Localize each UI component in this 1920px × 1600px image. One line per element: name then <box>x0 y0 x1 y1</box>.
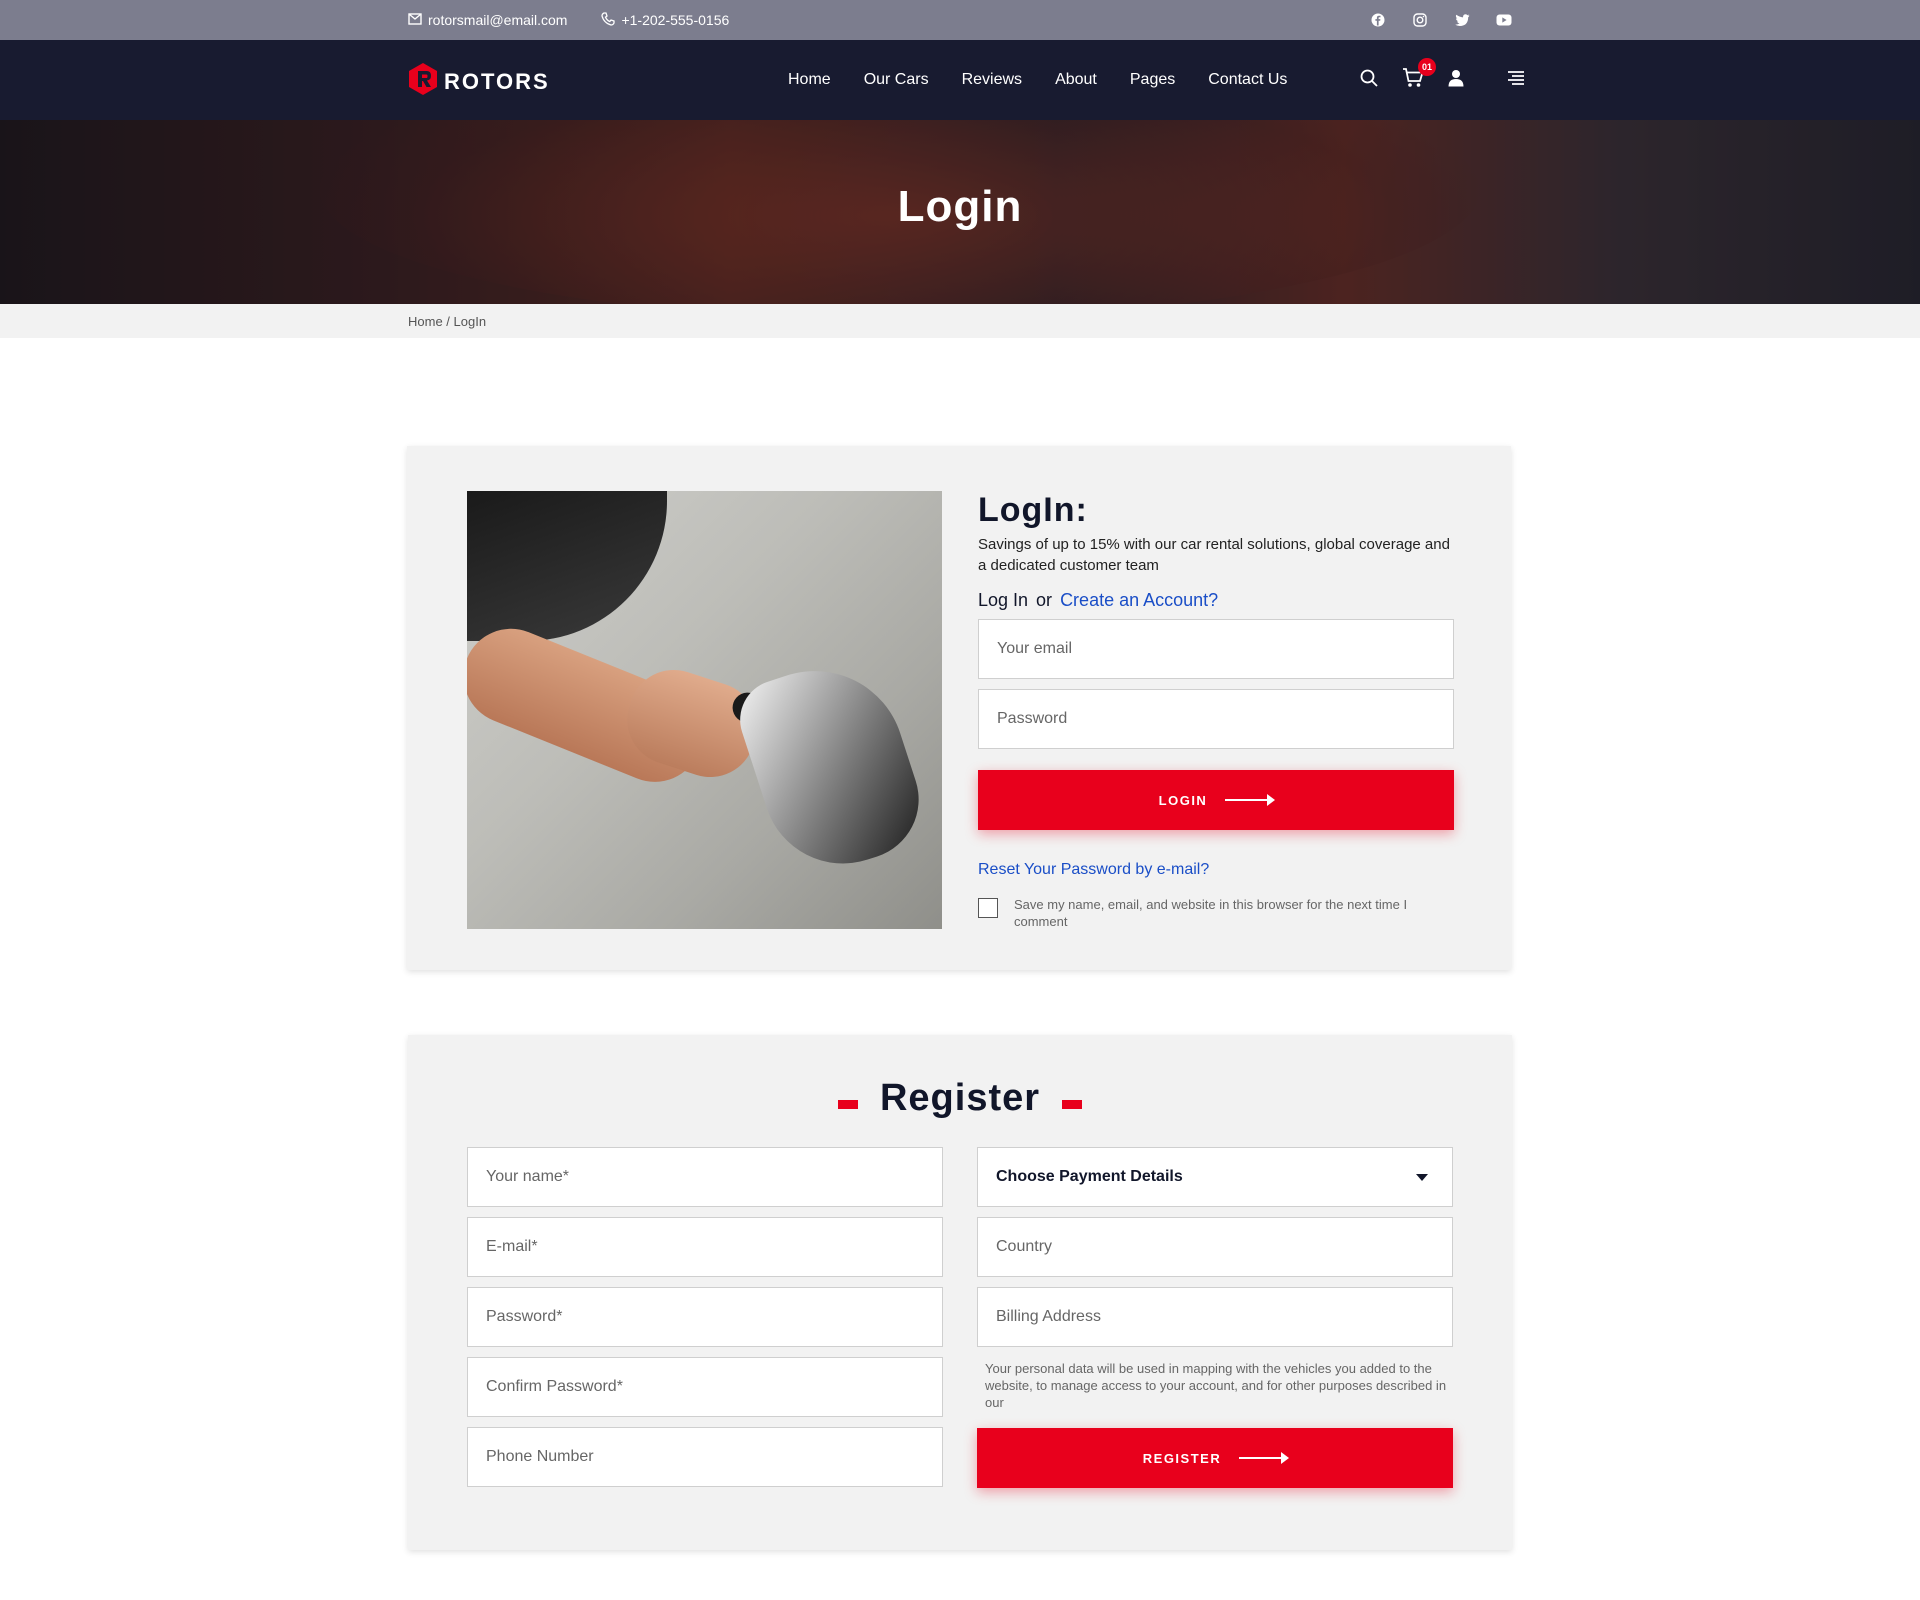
payment-select-value: Choose Payment Details <box>996 1168 1183 1185</box>
instagram-icon[interactable] <box>1412 12 1428 28</box>
search-icon[interactable] <box>1360 69 1378 92</box>
rotors-logo-icon <box>408 62 438 101</box>
cart-count-badge: 01 <box>1418 57 1436 76</box>
login-button-label: LOGIN <box>1158 792 1208 808</box>
remember-me-checkbox[interactable] <box>978 898 998 918</box>
login-title: LogIn: <box>978 491 1088 529</box>
email-contact[interactable]: rotorsmail@email.com <box>408 12 567 28</box>
login-button[interactable]: LOGIN <box>978 770 1454 830</box>
social-links <box>1370 0 1512 40</box>
privacy-notice: Your personal data will be used in mappi… <box>985 1361 1447 1410</box>
top-bar: rotorsmail@email.com +1-202-555-0156 <box>0 0 1920 40</box>
header-actions: 01 <box>1360 40 1525 120</box>
chevron-down-icon <box>1416 1174 1428 1181</box>
nav-pages[interactable]: Pages <box>1130 71 1175 89</box>
title-dash-left <box>837 1100 858 1109</box>
login-email-input[interactable]: Your email <box>978 619 1454 679</box>
facebook-icon[interactable] <box>1370 12 1386 28</box>
login-password-input[interactable]: Password <box>978 689 1454 749</box>
register-button-label: REGISTER <box>1142 1450 1222 1466</box>
register-title-row: Register <box>408 1077 1512 1120</box>
login-or-row: Log In or Create an Account? <box>978 590 1456 611</box>
nav-our-cars[interactable]: Our Cars <box>864 71 929 89</box>
login-description: Savings of up to 15% with our car rental… <box>978 536 1450 574</box>
nav-home[interactable]: Home <box>788 71 831 89</box>
cart-button[interactable]: 01 <box>1402 57 1436 93</box>
title-dash-right <box>1062 1100 1083 1109</box>
nav-reviews[interactable]: Reviews <box>962 71 1022 89</box>
arrow-right-icon <box>1239 1452 1290 1464</box>
logo[interactable]: ROTORS <box>408 62 550 101</box>
phone-contact[interactable]: +1-202-555-0156 <box>601 11 730 29</box>
register-title: Register <box>879 1077 1041 1119</box>
register-button[interactable]: REGISTER <box>977 1428 1453 1488</box>
hero-banner: Login <box>0 120 1920 304</box>
cart-icon <box>1402 67 1424 92</box>
arrow-right-icon <box>1225 794 1276 806</box>
billing-address-input[interactable]: Billing Address <box>977 1287 1453 1347</box>
mail-icon <box>408 12 422 28</box>
user-icon[interactable] <box>1448 69 1464 92</box>
remember-me-label: Save my name, email, and website in this… <box>1014 897 1408 929</box>
email-text: rotorsmail@email.com <box>428 12 568 28</box>
register-name-input[interactable]: Your name* <box>467 1147 943 1207</box>
register-phone-input[interactable]: Phone Number <box>467 1427 943 1487</box>
breadcrumb-bar: Home / LogIn <box>0 304 1920 338</box>
payment-details-select[interactable]: Choose Payment Details <box>977 1147 1453 1207</box>
phone-text: +1-202-555-0156 <box>621 12 730 28</box>
main-nav: Home Our Cars Reviews About Pages Contac… <box>788 40 1287 120</box>
or-label: or <box>1036 590 1053 610</box>
nav-about[interactable]: About <box>1055 71 1097 89</box>
create-account-link[interactable]: Create an Account? <box>1060 590 1218 611</box>
breadcrumb[interactable]: Home / LogIn <box>408 314 486 329</box>
menu-icon[interactable] <box>1507 70 1525 91</box>
nav-contact-us[interactable]: Contact Us <box>1208 71 1287 89</box>
youtube-icon[interactable] <box>1496 12 1512 28</box>
contact-info: rotorsmail@email.com +1-202-555-0156 <box>408 0 729 40</box>
country-input[interactable]: Country <box>977 1217 1453 1277</box>
login-form-header: LogIn: Savings of up to 15% with our car… <box>978 491 1456 611</box>
car-key-image <box>467 491 942 929</box>
twitter-icon[interactable] <box>1454 12 1470 28</box>
register-confirm-password-input[interactable]: Confirm Password* <box>467 1357 943 1417</box>
login-label: Log In <box>978 590 1029 610</box>
remember-me-row: Save my name, email, and website in this… <box>978 896 1456 930</box>
register-email-input[interactable]: E-mail* <box>467 1217 943 1277</box>
reset-password-link[interactable]: Reset Your Password by e-mail? <box>978 861 1209 879</box>
main-header: ROTORS Home Our Cars Reviews About Pages… <box>0 40 1920 120</box>
register-card: Register Your name* E-mail* Password* Co… <box>408 1035 1512 1550</box>
register-password-input[interactable]: Password* <box>467 1287 943 1347</box>
logo-text: ROTORS <box>444 68 550 94</box>
login-card: LogIn: Savings of up to 15% with our car… <box>407 446 1511 970</box>
phone-icon <box>601 11 616 29</box>
page-title: Login <box>897 182 1023 231</box>
